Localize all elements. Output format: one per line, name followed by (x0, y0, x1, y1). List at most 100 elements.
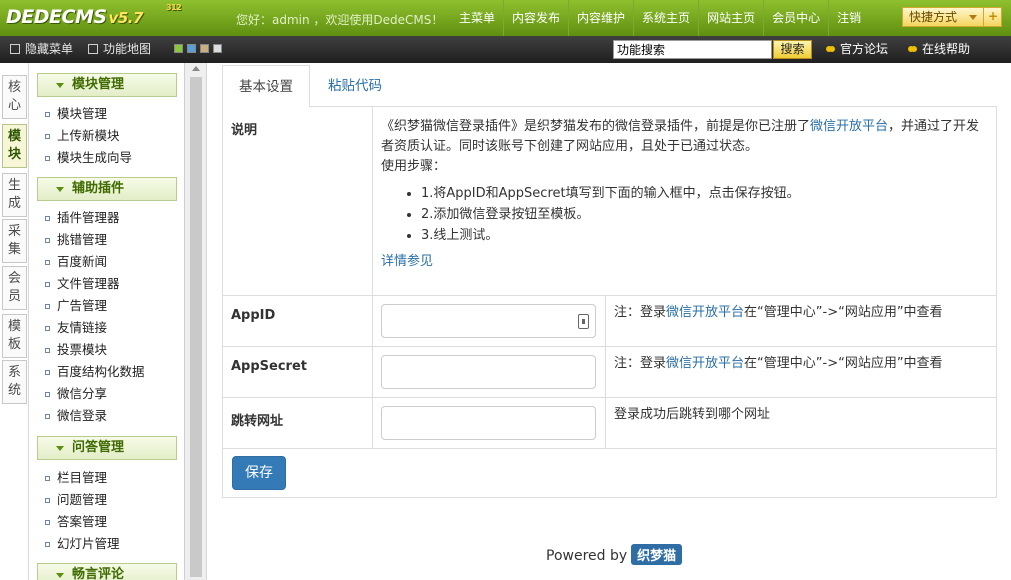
nav-content-maintain[interactable]: 内容维护 (568, 0, 633, 36)
dedecms-logo: DEDECMS v5.7 312 (6, 3, 182, 28)
nav-content-publish[interactable]: 内容发布 (503, 0, 568, 36)
nav-site-home[interactable]: 网站主页 (698, 0, 763, 36)
sidebar-scrollbar[interactable] (185, 63, 207, 580)
appid-note: 注：登录微信开放平台在“管理中心”->“网站应用”中查看 (605, 296, 995, 347)
row-redirect-url: 跳转网址 登录成功后跳转到哪个网址 (223, 397, 996, 449)
row-divider (223, 448, 996, 449)
menu-item[interactable]: 微信登录 (43, 406, 107, 426)
bullet-icon (45, 156, 50, 161)
wechat-open-platform-link[interactable]: 微信开放平台 (666, 356, 744, 371)
menu-item[interactable]: 栏目管理 (43, 468, 107, 488)
nav-logout[interactable]: 注销 (828, 0, 869, 36)
bullet-icon (45, 542, 50, 547)
tab-collect[interactable]: 采集 (2, 219, 27, 263)
menu-item[interactable]: 上传新模块 (43, 126, 120, 146)
step-item: 3.线上测试。 (421, 225, 988, 246)
menu-item[interactable]: 百度结构化数据 (43, 362, 145, 382)
row-description: 说明 《织梦猫微信登录插件》是织梦猫发布的微信登录插件，前提是你已注册了微信开放… (223, 107, 996, 295)
quick-menu-dropdown[interactable]: 快捷方式 + (902, 7, 1002, 27)
logo-version: v5.7 (108, 9, 144, 27)
bullet-icon (45, 216, 50, 221)
main-content: 基本设置 粘贴代码 说明 《织梦猫微信登录插件》是织梦猫发布的微信登录插件，前提… (208, 63, 1011, 580)
menu-item[interactable]: 插件管理器 (43, 208, 120, 228)
menu-item[interactable]: 挑错管理 (43, 230, 107, 250)
group-module-management[interactable]: 模块管理 (37, 73, 177, 97)
menu-item-label: 模块生成向导 (57, 150, 133, 165)
redirect-url-input[interactable] (381, 406, 596, 440)
group-changyan-comments[interactable]: 畅言评论 (37, 563, 177, 580)
scroll-up-icon[interactable] (192, 66, 200, 71)
skin-blue-swatch[interactable] (187, 44, 196, 53)
search-input[interactable] (613, 40, 772, 59)
menu-item[interactable]: 模块生成向导 (43, 148, 132, 168)
skin-gray-swatch[interactable] (213, 44, 222, 53)
tab-members[interactable]: 会员 (2, 266, 27, 310)
save-button[interactable]: 保存 (232, 456, 286, 490)
group-plugins[interactable]: 辅助插件 (37, 177, 177, 201)
skin-green-swatch[interactable] (174, 44, 183, 53)
bullet-icon (45, 348, 50, 353)
chevron-down-icon (56, 573, 64, 578)
logo-version-sup: 312 (166, 3, 182, 12)
steps-title: 使用步骤： (381, 159, 447, 174)
appsecret-input[interactable] (381, 355, 596, 389)
appid-label: AppID (223, 296, 373, 346)
tab-generate[interactable]: 生成 (2, 173, 27, 217)
search-button[interactable]: 搜索 (773, 40, 812, 59)
chevron-down-icon (969, 15, 977, 20)
scrollbar-thumb[interactable] (190, 77, 202, 577)
menu-item[interactable]: 模块管理 (43, 104, 107, 124)
bullet-icon (45, 282, 50, 287)
appsecret-note: 注：登录微信开放平台在“管理中心”->“网站应用”中查看 (605, 347, 995, 398)
note-suffix: 在“管理中心”->“网站应用”中查看 (744, 356, 943, 371)
skin-brown-swatch[interactable] (200, 44, 209, 53)
hide-menu-button[interactable]: 隐藏菜单 (10, 36, 73, 63)
row-appsecret: AppSecret 注：登录微信开放平台在“管理中心”->“网站应用”中查看 (223, 346, 996, 398)
welcome-text: 您好：admin ，欢迎使用DedeCMS！ (236, 13, 444, 27)
note-prefix: 注：登录 (614, 305, 667, 320)
tab-core[interactable]: 核心 (2, 75, 27, 119)
menu-item-label: 挑错管理 (57, 232, 108, 247)
tab-modules[interactable]: 模块 (2, 124, 27, 168)
menu-item-label: 插件管理器 (57, 210, 120, 225)
function-map-label: 功能地图 (103, 42, 152, 56)
appsecret-label: AppSecret (223, 347, 373, 397)
tab-templates[interactable]: 模板 (2, 314, 27, 358)
menu-item[interactable]: 广告管理 (43, 296, 107, 316)
menu-item[interactable]: 友情链接 (43, 318, 107, 338)
rss-icon (826, 46, 832, 52)
menu-item[interactable]: 幻灯片管理 (43, 534, 120, 554)
wechat-open-platform-link[interactable]: 微信开放平台 (666, 305, 744, 320)
menu-item[interactable]: 投票模块 (43, 340, 107, 360)
redirect-url-note: 登录成功后跳转到哪个网址 (605, 398, 995, 449)
hide-menu-icon (10, 44, 20, 54)
help-link[interactable]: 在线帮助 (908, 36, 970, 63)
menu-item[interactable]: 百度新闻 (43, 252, 107, 272)
tab-system[interactable]: 系统 (2, 360, 27, 404)
menu-item[interactable]: 问题管理 (43, 490, 107, 510)
group-title: 畅言评论 (72, 567, 125, 580)
nav-main-menu[interactable]: 主菜单 (451, 0, 503, 36)
nav-system-home[interactable]: 系统主页 (633, 0, 698, 36)
brand-badge[interactable]: 织梦猫 (631, 544, 683, 565)
group-qa-management[interactable]: 问答管理 (37, 436, 177, 460)
menu-item[interactable]: 文件管理器 (43, 274, 120, 294)
add-shortcut-button[interactable]: + (983, 7, 1002, 27)
bullet-icon (45, 112, 50, 117)
menu-item-label: 模块管理 (57, 106, 108, 121)
bullet-icon (45, 238, 50, 243)
menu-item-label: 问题管理 (57, 492, 108, 507)
menu-item[interactable]: 答案管理 (43, 512, 107, 532)
appid-input[interactable] (381, 304, 596, 338)
wechat-open-platform-link[interactable]: 微信开放平台 (810, 119, 888, 134)
category-tabs: 核心 模块 生成 采集 会员 模板 系统 (0, 63, 29, 580)
function-map-button[interactable]: 功能地图 (88, 36, 151, 63)
tab-basic-settings[interactable]: 基本设置 (222, 65, 310, 108)
nav-member-center[interactable]: 会员中心 (763, 0, 828, 36)
forum-link[interactable]: 官方论坛 (826, 36, 888, 63)
tab-paste-code[interactable]: 粘贴代码 (312, 65, 398, 107)
details-link[interactable]: 详情参见 (381, 254, 433, 269)
menu-item[interactable]: 微信分享 (43, 384, 107, 404)
menu-item-label: 百度新闻 (57, 254, 108, 269)
bullet-icon (45, 414, 50, 419)
